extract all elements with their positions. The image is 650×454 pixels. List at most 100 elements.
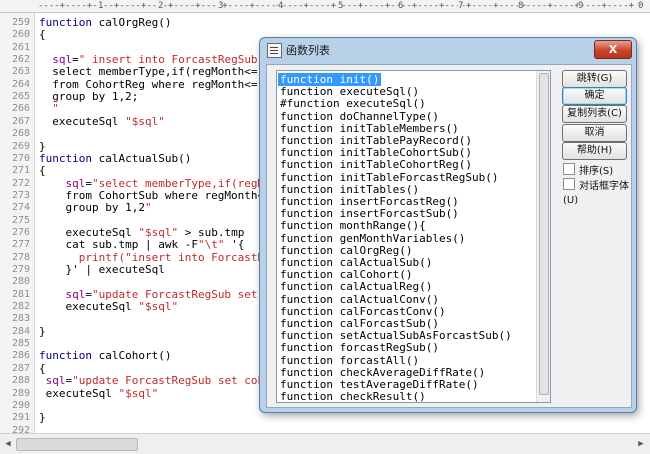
cancel-button[interactable]: 取消	[562, 124, 627, 142]
function-list-item[interactable]: function initTableForcastRegSub()	[280, 171, 499, 184]
code-token: }	[39, 139, 46, 153]
function-listbox[interactable]: function init() function executeSql() #fun…	[276, 70, 551, 403]
function-list-item[interactable]: function calForcastSub()	[280, 317, 439, 330]
function-list-item[interactable]: function checkResult()	[280, 390, 426, 402]
code-token: calActualSub()	[98, 151, 192, 165]
ruler-mark: 5	[338, 0, 344, 12]
dialog-client-area: function init() function executeSql() #fun…	[266, 64, 632, 408]
checkbox-box[interactable]	[563, 163, 575, 175]
code-token: cat sub.tmp | awk -F	[39, 238, 198, 252]
scrollbar-thumb[interactable]	[16, 438, 138, 451]
code-token: sql	[39, 53, 73, 67]
ruler-mark: 6	[398, 0, 404, 12]
function-list-item[interactable]: function calForcastConv()	[280, 305, 446, 318]
function-list-item[interactable]: function initTablePayRecord()	[280, 134, 472, 147]
code-token: "	[39, 102, 59, 116]
code-token: executeSql	[39, 386, 119, 400]
line-text: }	[39, 411, 46, 425]
ruler-mark: 8	[518, 0, 524, 12]
code-token: sql	[39, 374, 66, 388]
function-list-item[interactable]: function calCohort()	[280, 268, 412, 281]
horizontal-scrollbar[interactable]: ◀ ▶	[0, 433, 650, 454]
code-token: group by 1,2	[39, 201, 145, 215]
code-token: sql	[39, 287, 86, 301]
code-token: " insert into ForcastRegSub(me	[78, 53, 278, 67]
code-token: from CohortReg where regMonth<='$t	[39, 77, 278, 91]
dialog-font-checkbox[interactable]: 对话框字体(U)	[563, 178, 631, 206]
code-token: }' | executeSql	[39, 263, 165, 276]
line-text: executeSql "$sql"	[39, 300, 178, 314]
sort-checkbox[interactable]: 排序(S)	[563, 163, 613, 177]
line-text: executeSql "$sql"	[39, 115, 165, 129]
ok-button[interactable]: 确定	[562, 87, 627, 105]
scroll-right-icon[interactable]: ▶	[634, 437, 648, 451]
function-list-item[interactable]: function testAverageDiffRate()	[280, 378, 479, 391]
function-list-item[interactable]: function forcastAll()	[280, 354, 419, 367]
dialog-title: 函数列表	[286, 44, 330, 57]
function-list-item[interactable]: function insertForcastSub()	[280, 207, 459, 220]
function-list-item[interactable]: function executeSql()	[280, 85, 419, 98]
function-list-item[interactable]: function doChannelType()	[280, 110, 439, 123]
ruler-mark: 4	[278, 0, 284, 12]
function-list-item[interactable]: function setActualSubAsForcastSub()	[280, 329, 512, 342]
checkbox-box[interactable]	[563, 178, 575, 190]
code-token: =	[85, 176, 92, 190]
code-token: executeSql	[39, 114, 126, 128]
code-token: {	[39, 28, 46, 42]
ruler-mark: 2	[158, 0, 164, 12]
ruler-mark: 0	[638, 0, 644, 12]
code-token: {	[39, 361, 46, 375]
function-list-item[interactable]: function checkAverageDiffRate()	[280, 366, 485, 379]
scroll-left-icon[interactable]: ◀	[1, 437, 15, 451]
function-list-dialog: 函数列表 X function init() function executeSq…	[259, 37, 637, 413]
code-token: executeSql	[39, 300, 139, 314]
code-token: group by 1,2;	[39, 90, 139, 104]
code-token: "update ForcastRegSub set ac	[91, 287, 278, 301]
function-list-item[interactable]: function forcastRegSub()	[280, 341, 439, 354]
line-text: function calActualSub()	[39, 152, 191, 166]
code-token: from CohortSub where regMonth<='	[39, 188, 278, 202]
code-token: =	[85, 287, 92, 301]
ruler-ticks: ----+----+----+----+----+----+----+----+…	[38, 1, 635, 11]
function-list-item[interactable]: function init()	[277, 72, 383, 87]
code-token: > sub.tmp	[178, 225, 245, 239]
function-list-item[interactable]: function insertForcastReg()	[280, 195, 459, 208]
function-list-item[interactable]: function initTables()	[280, 183, 419, 196]
function-list-item[interactable]: function initTableCohortReg()	[280, 158, 472, 171]
function-list-item[interactable]: function monthRange(){	[280, 219, 426, 232]
copy-list-button[interactable]: 复制列表(C)	[562, 105, 627, 123]
scrollbar-thumb[interactable]	[539, 73, 549, 395]
dialog-titlebar[interactable]: 函数列表 X	[260, 38, 636, 62]
help-button[interactable]: 帮助(H)	[562, 142, 627, 160]
line-number: 292	[11, 424, 30, 433]
function-list-item[interactable]: function genMonthVariables()	[280, 232, 465, 245]
line-text: executeSql "$sql"	[39, 386, 159, 401]
line-text: group by 1,2"	[39, 201, 151, 215]
ruler-mark: 1	[98, 0, 104, 12]
column-ruler: ----+----+----+----+----+----+----+----+…	[0, 0, 650, 13]
code-token: calOrgReg()	[98, 16, 172, 29]
function-list-item[interactable]: function calActualConv()	[280, 293, 439, 306]
function-list-item[interactable]: function calOrgReg()	[280, 244, 412, 257]
sort-checkbox-label: 排序(S)	[579, 166, 614, 177]
function-list-item[interactable]: function initTableCohortSub()	[280, 146, 472, 159]
code-token: "$sql"	[118, 386, 159, 400]
code-token: sql	[39, 176, 86, 190]
function-list-item[interactable]: function initTableMembers()	[280, 122, 459, 135]
function-list-item[interactable]: #function executeSql()	[280, 97, 426, 110]
line-text: }	[39, 325, 46, 339]
code-token: '{	[224, 238, 245, 252]
code-token: executeSql	[39, 225, 139, 239]
function-list-item[interactable]: function calActualReg()	[280, 280, 432, 293]
close-button[interactable]: X	[594, 40, 632, 59]
code-token: "$sql"	[125, 114, 165, 128]
line-text: function calOrgReg()	[39, 16, 171, 30]
line-text: }' | executeSql	[39, 263, 165, 277]
list-vertical-scrollbar[interactable]	[536, 71, 550, 402]
code-token: }	[39, 324, 46, 338]
goto-button[interactable]: 跳转(G)	[562, 70, 627, 88]
code-token: "\t"	[197, 238, 225, 252]
line-text: {	[39, 28, 46, 42]
code-token: "update ForcastRegSub set cohor	[72, 374, 278, 388]
function-list-item[interactable]: function calActualSub()	[280, 256, 432, 269]
